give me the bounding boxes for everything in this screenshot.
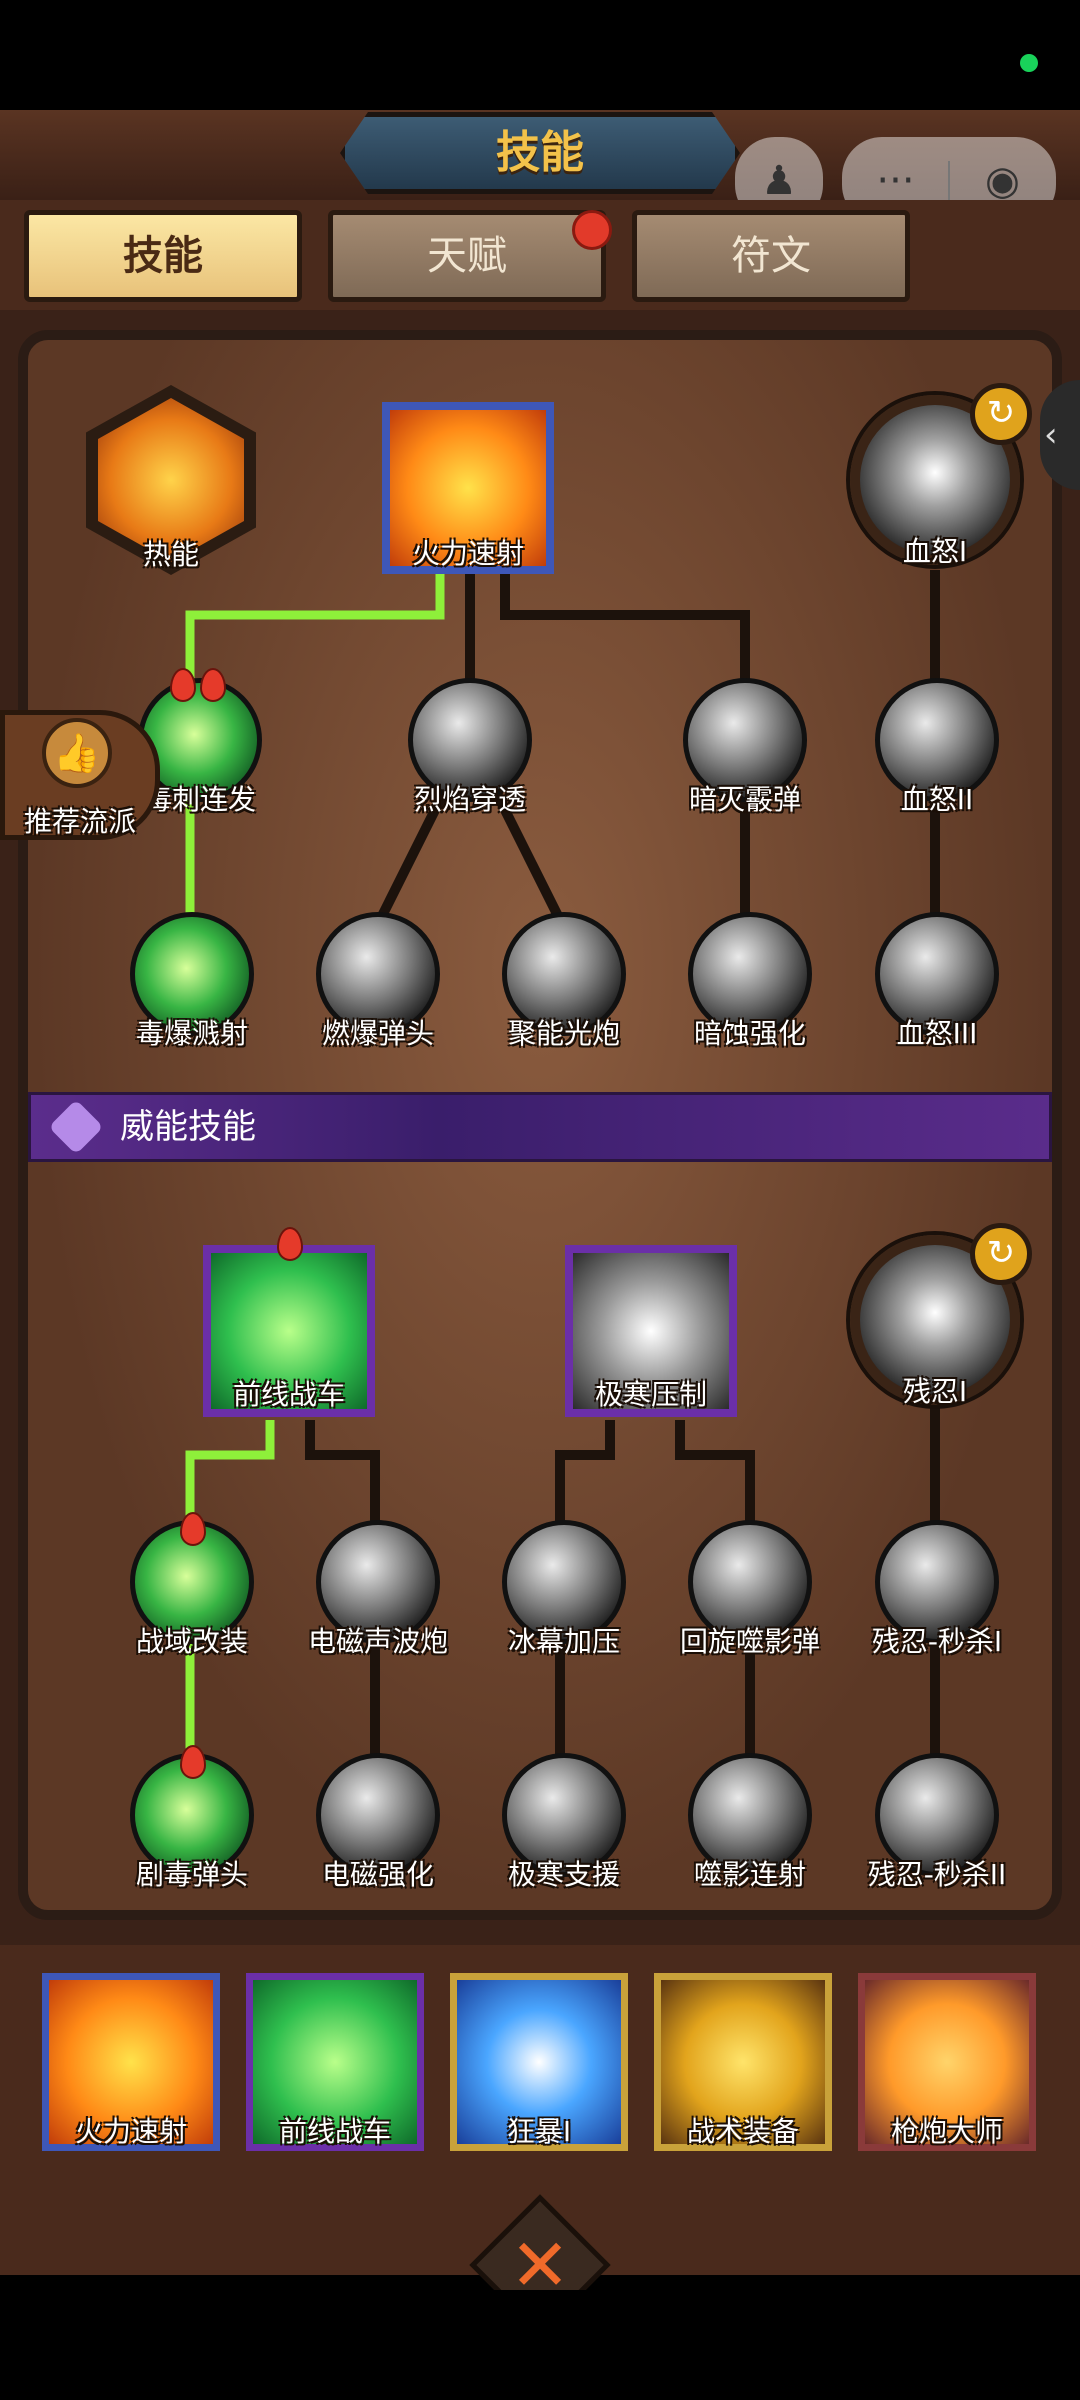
skill-label: 血怒II xyxy=(900,783,974,816)
recommend-label: 推荐流派 xyxy=(23,805,136,838)
skill-label: 火力速射 xyxy=(411,537,524,570)
skill-label: 暗灭霰弹 xyxy=(688,783,801,816)
slot-label: 火力速射 xyxy=(74,2115,187,2148)
upgrade-drop-icon xyxy=(180,1745,206,1779)
upgrade-drop-icon xyxy=(180,1512,206,1546)
section-title: 威能技能 xyxy=(120,1107,256,1147)
bottom-bar xyxy=(0,2290,1080,2400)
upgrade-drop-icon xyxy=(277,1227,303,1261)
thumbs-up-icon: 👍 xyxy=(42,718,112,788)
equipped-slot-tactical-gear[interactable]: 战术装备 xyxy=(654,1973,832,2151)
skill-label: 极寒压制 xyxy=(594,1378,707,1411)
skill-label: 血怒III xyxy=(896,1017,978,1050)
skill-label: 烈焰穿透 xyxy=(413,783,526,816)
slot-label: 狂暴I xyxy=(506,2115,572,2148)
slot-label: 战术装备 xyxy=(686,2115,799,2148)
upgrade-drop-icon xyxy=(170,668,196,702)
equipped-slot-gun-master[interactable]: 枪炮大师 xyxy=(858,1973,1036,2151)
equipped-slot-rapid-fire[interactable]: 火力速射 xyxy=(42,1973,220,2151)
refresh-icon[interactable]: ↻ xyxy=(970,1223,1032,1285)
slot-label: 前线战车 xyxy=(278,2115,391,2148)
equipped-slot-frontline-tank[interactable]: 前线战车 xyxy=(246,1973,424,2151)
refresh-icon[interactable]: ↻ xyxy=(970,383,1032,445)
skill-label: 残忍-秒杀II xyxy=(867,1858,1007,1891)
skill-label: 热能 xyxy=(142,538,199,571)
skill-label: 前线战车 xyxy=(232,1378,345,1411)
upgrade-drop-icon xyxy=(200,668,226,702)
skill-label: 残忍-秒杀I xyxy=(871,1625,1003,1658)
skill-label: 血怒I xyxy=(902,535,968,568)
equipped-slot-berserk[interactable]: 狂暴I xyxy=(450,1973,628,2151)
slot-label: 枪炮大师 xyxy=(890,2115,1003,2148)
skill-label: 残忍I xyxy=(902,1375,968,1408)
